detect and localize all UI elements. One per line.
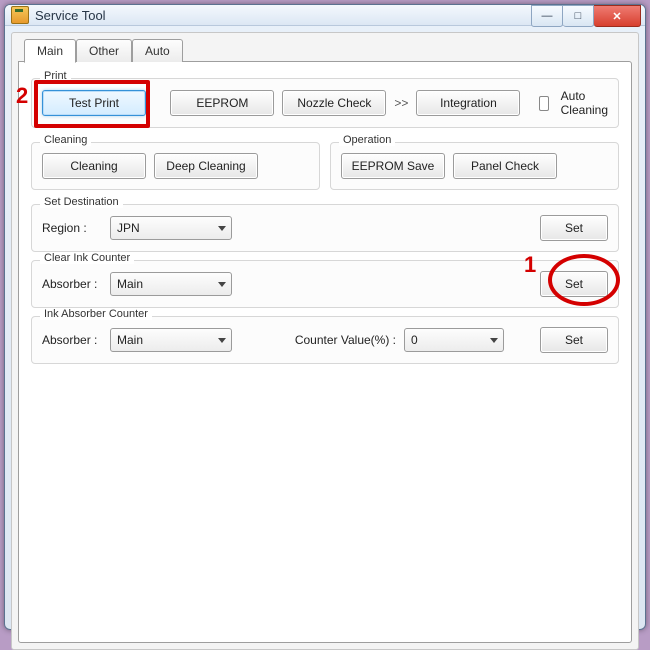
auto-cleaning-checkbox[interactable] [539,96,549,111]
clear-ink-absorber-value: Main [117,277,143,291]
tab-auto[interactable]: Auto [132,39,183,62]
tab-other-label: Other [89,44,119,58]
group-print-title: Print [40,70,71,82]
group-cleaning-title: Cleaning [40,134,91,146]
minimize-button[interactable]: — [531,5,563,27]
app-icon [11,6,29,24]
group-cleaning: Cleaning Cleaning Deep Cleaning [31,142,320,190]
clear-ink-set-button[interactable]: Set [540,271,608,297]
region-value: JPN [117,221,140,235]
tab-page-main: Print Test Print EEPROM Nozzle Check >> … [18,61,632,643]
tab-main[interactable]: Main [24,39,76,63]
set-destination-set-label: Set [565,221,583,235]
nozzle-check-label: Nozzle Check [297,96,371,110]
group-operation-title: Operation [339,134,395,146]
group-clear-ink: Clear Ink Counter Absorber : Main Set [31,260,619,308]
maximize-icon: □ [575,10,582,22]
test-print-button[interactable]: Test Print [42,90,146,116]
cleaning-button[interactable]: Cleaning [42,153,146,179]
group-set-destination-title: Set Destination [40,196,123,208]
ink-absorber-label: Absorber : [42,333,98,347]
clear-ink-absorber-label: Absorber : [42,277,98,291]
auto-cleaning-label: Auto Cleaning [561,89,608,117]
ink-absorber-set-button[interactable]: Set [540,327,608,353]
counter-value-combo[interactable]: 0 [404,328,504,352]
eeprom-button[interactable]: EEPROM [170,90,274,116]
tab-auto-label: Auto [145,44,170,58]
counter-value-label: Counter Value(%) : [295,333,396,347]
panel-check-button[interactable]: Panel Check [453,153,557,179]
window-buttons: — □ ✕ [531,5,641,25]
panel-check-label: Panel Check [471,159,539,173]
client-area: Main Other Auto Print Test Print EEPROM … [11,32,639,650]
ink-absorber-combo[interactable]: Main [110,328,232,352]
integration-button[interactable]: Integration [416,90,520,116]
eeprom-save-button[interactable]: EEPROM Save [341,153,445,179]
tab-main-label: Main [37,44,63,58]
counter-value-value: 0 [411,333,418,347]
clear-ink-set-label: Set [565,277,583,291]
window-title: Service Tool [35,8,531,23]
arrow-separator: >> [394,96,408,110]
group-ink-absorber: Ink Absorber Counter Absorber : Main Cou… [31,316,619,364]
cleaning-label: Cleaning [70,159,117,173]
nozzle-check-button[interactable]: Nozzle Check [282,90,386,116]
test-print-label: Test Print [69,96,119,110]
ink-absorber-set-label: Set [565,333,583,347]
maximize-button[interactable]: □ [563,5,594,27]
group-clear-ink-title: Clear Ink Counter [40,252,134,264]
tabstrip: Main Other Auto [18,39,632,62]
set-destination-set-button[interactable]: Set [540,215,608,241]
eeprom-label: EEPROM [196,96,248,110]
integration-label: Integration [440,96,497,110]
close-icon: ✕ [612,10,621,23]
group-ink-absorber-title: Ink Absorber Counter [40,308,152,320]
titlebar: Service Tool — □ ✕ [5,5,645,26]
tab-other[interactable]: Other [76,39,132,62]
region-combo[interactable]: JPN [110,216,232,240]
deep-cleaning-button[interactable]: Deep Cleaning [154,153,258,179]
minimize-icon: — [542,10,553,22]
group-operation: Operation EEPROM Save Panel Check [330,142,619,190]
ink-absorber-value: Main [117,333,143,347]
eeprom-save-label: EEPROM Save [352,159,435,173]
close-button[interactable]: ✕ [594,5,641,27]
window: Service Tool — □ ✕ Main Other Auto Print… [4,4,646,630]
deep-cleaning-label: Deep Cleaning [166,159,245,173]
group-print: Print Test Print EEPROM Nozzle Check >> … [31,78,619,128]
group-set-destination: Set Destination Region : JPN Set [31,204,619,252]
cleaning-operation-row: Cleaning Cleaning Deep Cleaning Operatio… [31,134,619,196]
clear-ink-absorber-combo[interactable]: Main [110,272,232,296]
region-label: Region : [42,221,98,235]
